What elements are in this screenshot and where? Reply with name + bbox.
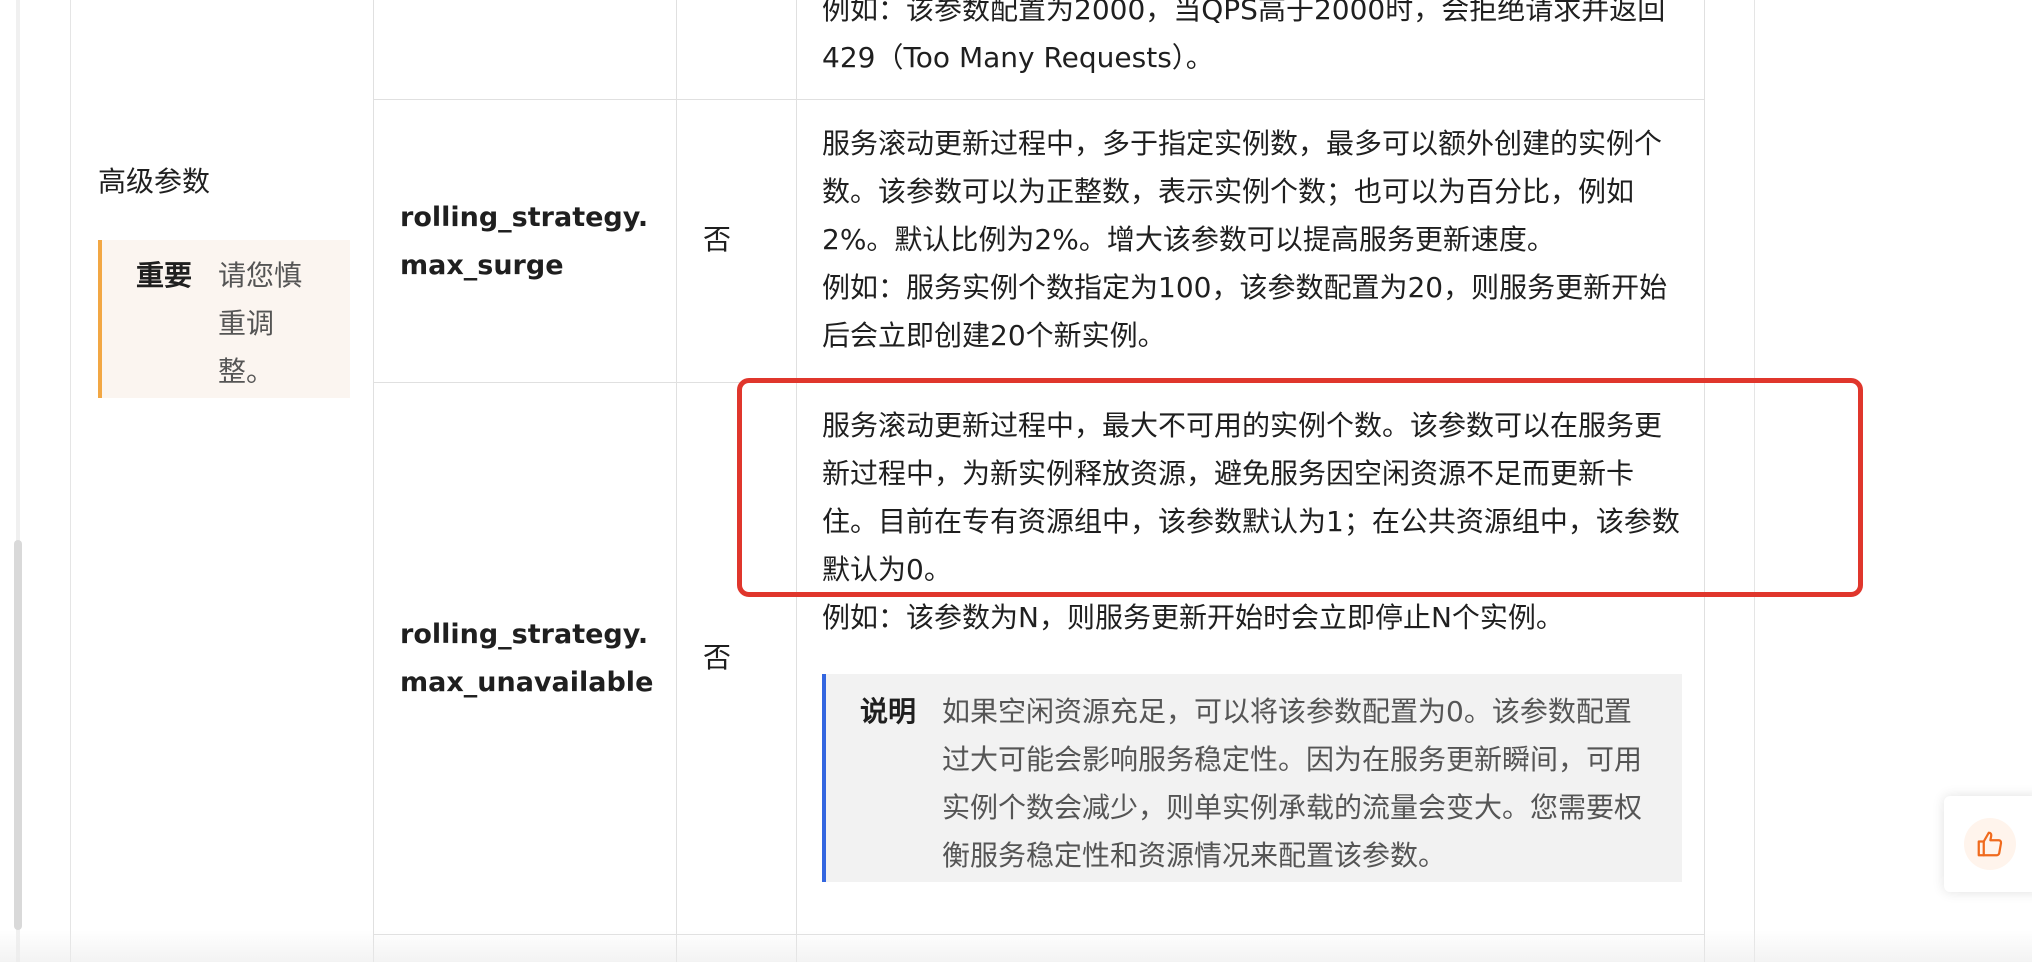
bottom-fade xyxy=(0,930,2032,962)
param-name-max-unavailable: rolling_strategy.max_unavailable xyxy=(400,619,654,698)
important-callout: 重要 请您慎重调整。 xyxy=(98,240,350,398)
like-button[interactable] xyxy=(1964,818,2016,870)
required-max-unavailable: 否 xyxy=(703,641,732,674)
important-title: 重要 xyxy=(136,259,193,292)
row-divider-1 xyxy=(373,99,1704,100)
table-border-left xyxy=(373,0,374,962)
desc-max-unavailable-2: 例如：该参数为N，则服务更新开始时会立即停止N个实例。 xyxy=(822,601,1564,634)
desc-max-surge-2: 例如：服务实例个数指定为100，该参数配置为20，则服务更新开始后会立即创建20… xyxy=(822,271,1668,352)
required-max-surge: 否 xyxy=(703,223,732,256)
thumbs-up-icon xyxy=(1977,831,2003,857)
left-scrollbar-thumb[interactable] xyxy=(14,540,22,930)
param-name-max-surge: rolling_strategy.max_surge xyxy=(400,202,649,281)
important-text: 请您慎重调整。 xyxy=(218,259,303,388)
prev-row-description: 例如：该参数配置为2000，当QPS高于2000时，会拒绝请求并返回429（To… xyxy=(822,0,1666,74)
table-divider-1 xyxy=(676,0,677,962)
note-text: 如果空闲资源充足，可以将该参数配置为0。该参数配置过大可能会影响服务稳定性。因为… xyxy=(942,695,1643,872)
desc-max-surge-1: 服务滚动更新过程中，多于指定实例数，最多可以额外创建的实例个数。该参数可以为正整… xyxy=(822,127,1663,256)
advanced-params-label: 高级参数 xyxy=(98,165,211,198)
highlight-annotation-box xyxy=(737,378,1863,597)
note-callout: 说明 如果空闲资源充足，可以将该参数配置为0。该参数配置过大可能会影响服务稳定性… xyxy=(822,674,1682,882)
feedback-panel xyxy=(1944,796,2032,892)
note-title: 说明 xyxy=(860,695,917,728)
content-frame-left xyxy=(70,0,71,962)
